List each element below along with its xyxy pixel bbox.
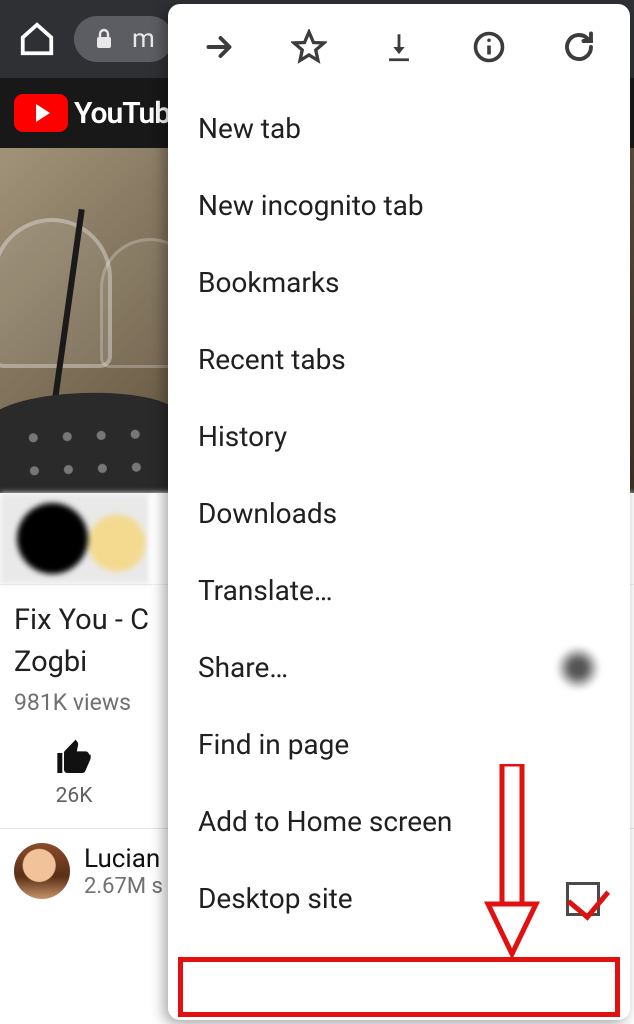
menu-item-label: Find in page	[198, 728, 349, 761]
channel-name: Lucian	[84, 844, 163, 874]
info-icon[interactable]	[470, 28, 508, 66]
forward-icon[interactable]	[200, 28, 238, 66]
menu-desktop-site[interactable]: Desktop site	[168, 860, 630, 937]
channel-subscribers: 2.67M s	[84, 874, 163, 899]
menu-find-in-page[interactable]: Find in page	[168, 706, 630, 783]
youtube-logo-icon	[14, 94, 68, 132]
url-pill[interactable]: m	[74, 16, 173, 62]
menu-add-to-home[interactable]: Add to Home screen	[168, 783, 630, 860]
menu-new-incognito-tab[interactable]: New incognito tab	[168, 167, 630, 244]
url-text: m	[132, 24, 155, 54]
reload-icon[interactable]	[560, 28, 598, 66]
menu-icon-row	[168, 4, 630, 90]
menu-history[interactable]: History	[168, 398, 630, 475]
menu-item-label: New tab	[198, 112, 301, 145]
menu-item-label: Translate…	[198, 574, 333, 607]
home-icon[interactable]	[18, 20, 56, 58]
share-icon	[556, 646, 600, 690]
browser-overflow-menu: New tab New incognito tab Bookmarks Rece…	[168, 4, 630, 1020]
menu-item-label: New incognito tab	[198, 189, 424, 222]
menu-translate[interactable]: Translate…	[168, 552, 630, 629]
menu-item-label: Add to Home screen	[198, 805, 452, 838]
menu-recent-tabs[interactable]: Recent tabs	[168, 321, 630, 398]
avatar	[14, 843, 70, 899]
like-button[interactable]: 26K	[14, 738, 134, 808]
menu-downloads[interactable]: Downloads	[168, 475, 630, 552]
thumb-up-icon	[54, 738, 94, 778]
menu-bookmarks[interactable]: Bookmarks	[168, 244, 630, 321]
menu-item-label: Downloads	[198, 497, 337, 530]
menu-item-label: Recent tabs	[198, 343, 346, 376]
desktop-site-checkbox[interactable]	[566, 882, 600, 916]
menu-item-label: Desktop site	[198, 882, 353, 915]
star-icon[interactable]	[290, 28, 328, 66]
download-icon[interactable]	[380, 28, 418, 66]
menu-item-label: Share…	[198, 651, 288, 684]
menu-new-tab[interactable]: New tab	[168, 90, 630, 167]
youtube-logo[interactable]: YouTube	[14, 94, 185, 132]
like-count: 26K	[56, 784, 93, 808]
upnext-thumbnail	[0, 493, 150, 584]
menu-item-label: Bookmarks	[198, 266, 340, 299]
lock-icon	[92, 26, 116, 52]
menu-share[interactable]: Share…	[168, 629, 630, 706]
menu-item-label: History	[198, 420, 287, 453]
